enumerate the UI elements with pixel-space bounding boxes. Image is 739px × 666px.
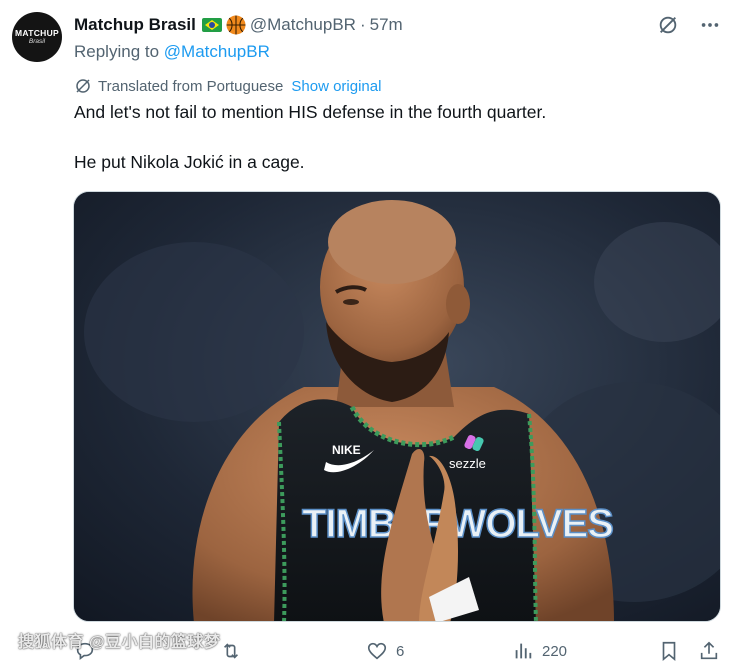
bookmark-icon <box>662 641 676 662</box>
post-text-line-1: And let's not fail to mention HIS defens… <box>74 102 547 122</box>
jersey-nike-text: NIKE <box>332 443 361 457</box>
separator-dot: · <box>359 15 366 34</box>
grok-icon[interactable] <box>657 14 679 36</box>
show-original-link[interactable]: Show original <box>291 78 381 95</box>
avatar-logo-text: MATCHUP <box>15 28 59 38</box>
translation-notice: Translated from Portuguese Show original <box>74 76 381 96</box>
post-text-line-2: He put Nikola Jokić in a cage. <box>74 152 305 172</box>
post-header: Matchup Brasil @MatchupBR · 57m <box>74 12 403 38</box>
reply-mention-link[interactable]: @MatchupBR <box>164 42 270 61</box>
views-button[interactable]: 220 <box>512 640 567 662</box>
view-count: 220 <box>542 642 568 660</box>
replying-prefix: Replying to <box>74 42 164 61</box>
replying-to: Replying to @MatchupBR <box>74 42 270 62</box>
avatar-logo-subtext: Brasil <box>28 37 46 45</box>
repost-icon <box>223 643 239 659</box>
share-icon <box>700 641 718 660</box>
like-button[interactable]: 6 <box>366 640 404 662</box>
heart-icon <box>367 642 387 660</box>
author-name[interactable]: Matchup Brasil <box>74 15 196 35</box>
avatar[interactable]: MATCHUP Brasil <box>12 12 62 62</box>
jersey-sponsor-text: sezzle <box>449 456 486 471</box>
views-icon <box>515 643 532 659</box>
translate-icon <box>76 79 90 93</box>
basketball-icon <box>226 15 246 35</box>
repost-button[interactable] <box>220 640 242 662</box>
author-handle[interactable]: @MatchupBR <box>250 15 356 35</box>
post-image[interactable]: NIKE sezzle TIMBERWOLVES <box>73 191 721 622</box>
share-button[interactable] <box>698 640 720 662</box>
watermark-text: 搜狐体育 @豆小白的篮球梦 <box>18 634 221 651</box>
translated-label: Translated from Portuguese <box>98 77 284 95</box>
bookmark-button[interactable] <box>658 640 680 662</box>
like-count: 6 <box>396 642 405 660</box>
more-icon[interactable] <box>699 14 721 36</box>
post-time[interactable]: 57m <box>370 15 403 35</box>
brazil-flag-icon <box>201 18 222 32</box>
